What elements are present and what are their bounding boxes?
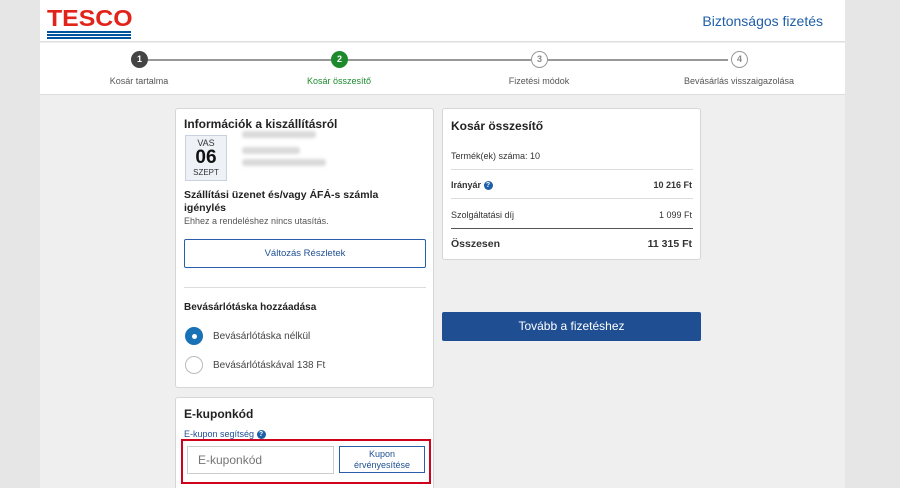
list-price-row: Irányár ? 10 216 Ft bbox=[451, 180, 692, 191]
step-4-circle: 4 bbox=[731, 51, 748, 68]
header: TESCO Biztonságos fizetés bbox=[40, 0, 845, 42]
help-icon[interactable]: ? bbox=[483, 181, 493, 191]
change-details-button[interactable]: Változás Részletek bbox=[184, 239, 426, 268]
checkout-stepper: 1 Kosár tartalma 2 Kosár összesítő 3 Fiz… bbox=[40, 43, 845, 95]
items-count-label: Termék(ek) száma: bbox=[451, 151, 528, 161]
delivery-date-day: 06 bbox=[195, 147, 217, 168]
blurred-address bbox=[242, 159, 326, 166]
delivery-info-title: Információk a kiszállításról bbox=[184, 117, 338, 131]
coupon-code-input[interactable] bbox=[187, 446, 334, 474]
radio-no-bag[interactable] bbox=[185, 327, 203, 345]
logo-text: TESCO bbox=[47, 5, 133, 31]
radio-no-bag-label[interactable]: Bevásárlótáska nélkül bbox=[213, 331, 310, 342]
service-fee-value: 1 099 Ft bbox=[658, 210, 692, 220]
coupon-title: E-kuponkód bbox=[184, 407, 254, 421]
delivery-date-box: VAS 06 SZEPT bbox=[185, 135, 227, 181]
apply-coupon-button[interactable]: Kupon érvényesítése bbox=[339, 446, 425, 473]
tesco-logo[interactable]: TESCO bbox=[47, 7, 133, 40]
delivery-date-month: SZEPT bbox=[193, 168, 219, 177]
radio-with-bag-label[interactable]: Bevásárlótáskával 138 Ft bbox=[213, 360, 325, 371]
total-row: Összesen 11 315 Ft bbox=[451, 238, 692, 250]
divider bbox=[451, 198, 693, 199]
step-2-label: Kosár összesítő bbox=[306, 76, 372, 86]
step-4-label: Bevásárlás visszaigazolása bbox=[683, 76, 795, 86]
continue-to-payment-button[interactable]: Tovább a fizetéshez bbox=[442, 312, 701, 341]
stepper-line bbox=[148, 59, 728, 61]
divider bbox=[184, 287, 426, 288]
cart-summary-card: Kosár összesítő Termék(ek) száma: 10 Irá… bbox=[442, 108, 701, 260]
logo-stripes bbox=[47, 31, 131, 39]
blurred-name bbox=[242, 147, 300, 154]
list-price-label: Irányár bbox=[451, 180, 482, 190]
apply-coupon-line2: érvényesítése bbox=[353, 460, 411, 470]
items-count-value: 10 bbox=[530, 151, 541, 161]
step-2-circle: 2 bbox=[331, 51, 348, 68]
list-price-value: 10 216 Ft bbox=[653, 180, 692, 190]
bag-section-title: Bevásárlótáska hozzáadása bbox=[184, 302, 317, 313]
summary-title: Kosár összesítő bbox=[451, 119, 544, 133]
divider bbox=[451, 169, 693, 170]
coupon-help-link[interactable]: E-kupon segítség ? bbox=[184, 429, 266, 440]
delivery-message-title: Szállítási üzenet és/vagy ÁFÁ-s számla i… bbox=[184, 189, 379, 214]
divider bbox=[451, 228, 693, 229]
apply-coupon-line1: Kupon bbox=[368, 449, 396, 459]
delivery-message-note: Ehhez a rendeléshez nincs utasítás. bbox=[184, 216, 329, 226]
blurred-time-slot bbox=[242, 131, 316, 138]
step-1-circle[interactable]: 1 bbox=[131, 51, 148, 68]
service-fee-row: Szolgáltatási díj 1 099 Ft bbox=[451, 210, 692, 220]
step-1-label[interactable]: Kosár tartalma bbox=[110, 76, 169, 86]
secure-checkout-label: Biztonságos fizetés bbox=[702, 13, 823, 29]
step-3-label: Fizetési módok bbox=[508, 76, 570, 86]
radio-with-bag[interactable] bbox=[185, 356, 203, 374]
total-value: 11 315 Ft bbox=[647, 238, 692, 250]
total-label: Összesen bbox=[451, 238, 501, 250]
service-fee-label: Szolgáltatási díj bbox=[451, 210, 515, 220]
coupon-help-text[interactable]: E-kupon segítség bbox=[184, 429, 254, 439]
delivery-info-card: Információk a kiszállításról VAS 06 SZEP… bbox=[175, 108, 434, 388]
step-3-circle: 3 bbox=[531, 51, 548, 68]
checkout-page: TESCO Biztonságos fizetés 1 Kosár tartal… bbox=[40, 0, 845, 488]
items-count-row: Termék(ek) száma: 10 bbox=[451, 151, 692, 161]
help-icon[interactable]: ? bbox=[256, 430, 266, 440]
